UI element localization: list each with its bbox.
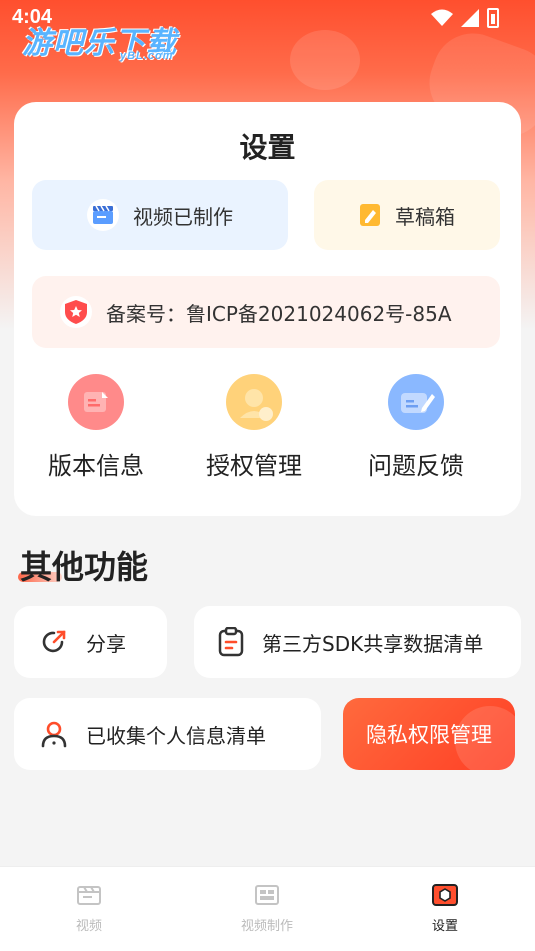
settings-tab-icon [432,884,458,906]
watermark-sub: yBL.com [120,50,174,62]
version-info-icon [68,374,124,430]
authorization-label: 授权管理 [206,452,302,480]
record-number-row: 备案号：鲁ICP备2021024062号-85A [32,276,500,348]
battery-icon [487,8,499,28]
drafts-label: 草稿箱 [395,204,455,229]
sdk-data-list-button[interactable]: 第三方SDK共享数据清单 [194,606,521,678]
video-tab-icon [77,886,101,905]
draft-edit-icon [360,204,380,226]
tab-settings[interactable]: 设置 [390,883,500,934]
shield-icon [60,296,92,328]
tab-video[interactable]: 视频 [34,883,144,934]
site-watermark-logo: 游吧乐下载 yBL.com [22,18,177,62]
decor-heart-shape [290,30,360,90]
other-functions-title: 其他功能 [20,548,149,586]
clapperboard-icon [87,199,119,231]
privacy-permission-label: 隐私权限管理 [366,723,492,747]
video-made-label: 视频已制作 [133,204,233,229]
feedback-label: 问题反馈 [368,452,464,480]
feedback-button[interactable]: 问题反馈 [346,374,486,481]
personal-info-list-button[interactable]: 已收集个人信息清单 [14,698,321,770]
tab-video-label: 视频 [75,919,102,934]
tab-video-make[interactable]: 视频制作 [212,883,322,934]
wifi-icon [431,9,453,26]
personal-info-list-label: 已收集个人信息清单 [86,723,266,748]
drafts-button[interactable]: 草稿箱 [314,180,500,250]
privacy-permission-button[interactable]: 隐私权限管理 [343,698,515,770]
signal-icon [461,9,479,27]
quick-actions: 版本信息 授权管理 问题反馈 [14,374,521,484]
share-label: 分享 [86,631,126,656]
record-number-text: 备案号：鲁ICP备2021024062号-85A [106,301,452,326]
version-info-button[interactable]: 版本信息 [26,374,166,481]
share-icon [42,630,66,653]
user-icon [41,721,67,748]
sdk-data-list-label: 第三方SDK共享数据清单 [262,631,484,656]
authorization-icon [226,374,282,430]
clipboard-icon [218,627,244,657]
video-make-tab-icon [255,885,279,905]
page-title: 设置 [239,131,296,164]
version-info-label: 版本信息 [48,452,144,480]
tab-video-make-label: 视频制作 [240,919,293,934]
bottom-tab-bar: 视频 视频制作 设置 [0,866,535,951]
video-made-button[interactable]: 视频已制作 [32,180,288,250]
share-button[interactable]: 分享 [14,606,167,678]
settings-card: 设置 视频已制作 草稿箱 备案号：鲁ICP备2021024062号-85A 版本… [14,102,521,516]
feedback-icon [388,374,444,430]
tab-settings-label: 设置 [431,919,458,934]
authorization-button[interactable]: 授权管理 [184,374,324,481]
